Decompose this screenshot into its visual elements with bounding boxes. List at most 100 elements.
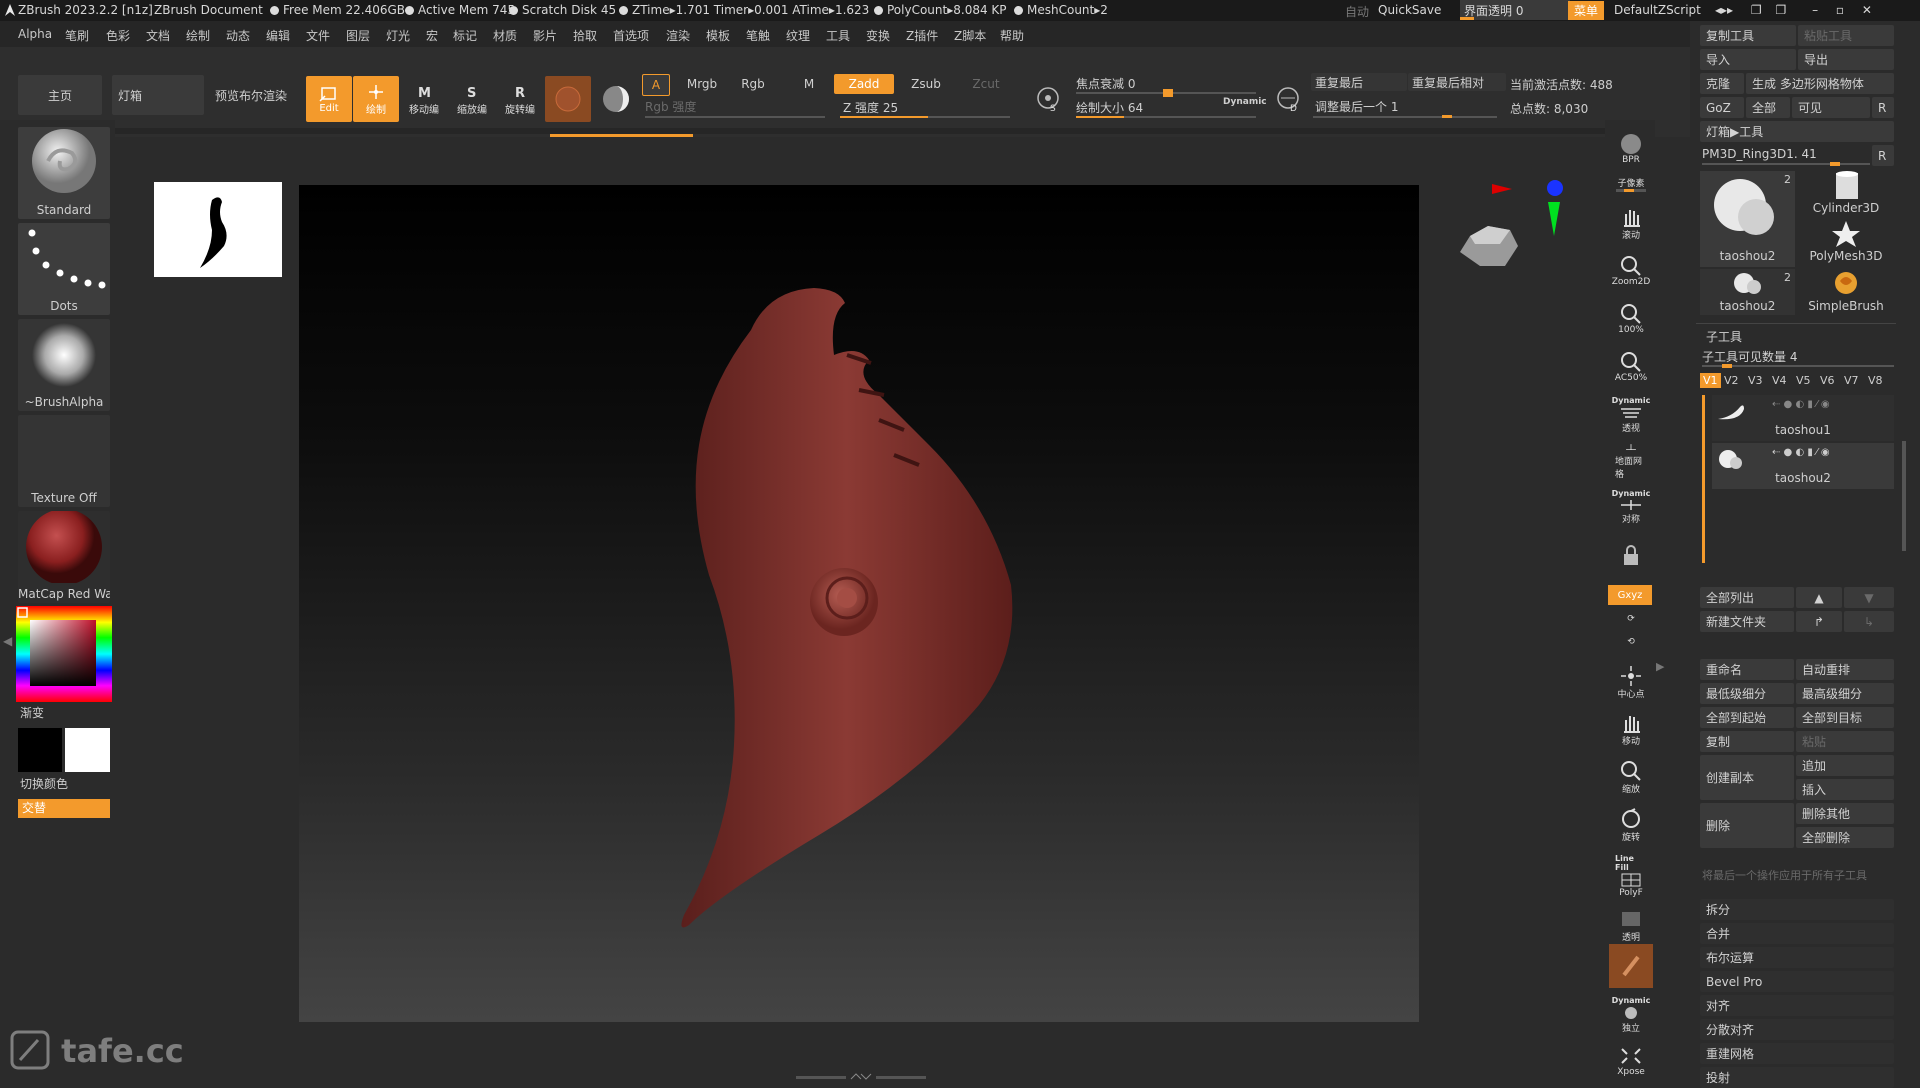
menu-item[interactable]: 模板 — [706, 27, 730, 44]
menu-item[interactable]: 帮助 — [1000, 27, 1024, 44]
remesh-section[interactable]: 重建网格 — [1700, 1043, 1894, 1064]
clone-button[interactable]: 克隆 — [1700, 73, 1744, 94]
texture-selector[interactable]: Texture Off — [18, 415, 110, 507]
dynamic-mode-icon[interactable]: D — [1273, 83, 1303, 116]
z-intensity-slider[interactable]: Z 强度 25 — [843, 99, 898, 116]
make-polymesh-button[interactable]: 生成 多边形网格物体 — [1746, 73, 1894, 94]
solo-button[interactable]: Dynamic 独立 — [1612, 992, 1651, 1038]
insert-button[interactable]: 插入 — [1796, 779, 1894, 800]
zadd-toggle[interactable]: Zadd — [834, 74, 894, 94]
move-up-icon[interactable]: ▲ — [1796, 587, 1842, 608]
all-to-start-button[interactable]: 全部到起始 — [1700, 707, 1794, 728]
polyframe-button[interactable]: Line Fill PolyF — [1615, 852, 1647, 900]
alternate-button[interactable]: 交替 — [18, 799, 110, 818]
window-icon-2[interactable]: ❐ — [1775, 3, 1786, 17]
menu-item[interactable]: 色彩 — [106, 27, 130, 44]
secondary-color-swatch[interactable] — [65, 728, 110, 772]
tab-v3[interactable]: V3 — [1748, 374, 1763, 387]
color-picker[interactable] — [16, 606, 112, 702]
center-point-button[interactable]: 中心点 — [1615, 663, 1647, 701]
subtool-controls[interactable]: ⇠ ● ◐ ▮ ⁄ ◉ — [1772, 447, 1830, 458]
panel-scrollbar[interactable] — [1902, 441, 1906, 551]
menu-item[interactable]: 笔刷 — [65, 27, 89, 44]
goz-button[interactable]: GoZ — [1700, 97, 1744, 118]
bpr-button[interactable]: BPR — [1615, 130, 1647, 168]
goz-all-button[interactable]: 全部 — [1746, 97, 1790, 118]
scale-gizmo-button[interactable]: S 缩放编 — [449, 76, 495, 122]
draw-size-slider[interactable]: 绘制大小 64 — [1076, 99, 1143, 116]
move-down-icon[interactable]: ▼ — [1844, 587, 1894, 608]
move-in-icon[interactable]: ↳ — [1844, 611, 1894, 632]
tool-thumb[interactable]: Cylinder3D — [1798, 171, 1894, 217]
align-section[interactable]: 对齐 — [1700, 995, 1894, 1016]
home-button[interactable]: 主页 — [18, 75, 102, 115]
paste-tool-button[interactable]: 粘贴工具 — [1798, 25, 1894, 46]
adjust-last-knob[interactable] — [1442, 115, 1452, 118]
bpr-preview-button[interactable]: 预览布尔渲染 — [208, 75, 294, 115]
tool-r-button[interactable]: R — [1872, 145, 1894, 166]
tab-v7[interactable]: V7 — [1844, 374, 1859, 387]
actual-size-button[interactable]: 100% — [1615, 300, 1647, 338]
menu-item[interactable]: 笔触 — [746, 27, 770, 44]
all-to-target-button[interactable]: 全部到目标 — [1796, 707, 1894, 728]
stroke-selector[interactable]: Dots — [18, 223, 110, 315]
menu-item[interactable]: 文件 — [306, 27, 330, 44]
draw-button[interactable]: 绘制 — [353, 76, 399, 122]
lightbox-button[interactable]: 灯箱 — [112, 75, 204, 115]
auto-reorder-button[interactable]: 自动重排 — [1796, 659, 1894, 680]
tool-thumb[interactable]: 2 taoshou2 — [1700, 269, 1795, 315]
menu-item[interactable]: 灯光 — [386, 27, 410, 44]
menu-item[interactable]: 宏 — [426, 27, 438, 44]
sculpt-mode-button[interactable] — [593, 76, 639, 122]
rotate-z-icon[interactable]: ⟲ — [1615, 632, 1647, 652]
gradient-label[interactable]: 渐变 — [20, 704, 44, 721]
subtool-visible-count[interactable]: 子工具可见数量 4 — [1702, 348, 1797, 365]
current-tool-slider[interactable] — [1702, 162, 1870, 166]
focal-shift-slider[interactable]: 焦点衰减 0 — [1076, 75, 1135, 92]
ghost-button[interactable] — [1609, 944, 1653, 988]
close-icon[interactable]: ✕ — [1862, 3, 1872, 17]
move-gizmo-button[interactable]: M 移动编 — [401, 76, 447, 122]
menu-button[interactable]: 菜单 — [1568, 1, 1605, 20]
subtool-controls[interactable]: ⇠ ● ◐ ▮ ⁄ ◉ — [1772, 399, 1830, 410]
menu-item[interactable]: 图层 — [346, 27, 370, 44]
xyz-toggle[interactable]: Gxyz — [1608, 585, 1652, 605]
transparency-slider[interactable]: 界面透明 0 — [1460, 0, 1570, 20]
tab-v1[interactable]: V1 — [1700, 373, 1721, 388]
menu-item[interactable]: 影片 — [533, 27, 557, 44]
restore-icon[interactable]: ▫ — [1836, 3, 1844, 17]
zcut-toggle[interactable]: Zcut — [958, 74, 1014, 94]
tool-thumb[interactable]: SimpleBrush — [1798, 269, 1894, 315]
window-icon[interactable]: ❐ — [1751, 3, 1762, 17]
goz-visible-button[interactable]: 可见 — [1792, 97, 1870, 118]
boolean-section[interactable]: 布尔运算 — [1700, 947, 1894, 968]
move-view-button[interactable]: 移动 — [1615, 710, 1647, 748]
menu-item[interactable]: 动态 — [226, 27, 250, 44]
import-button[interactable]: 导入 — [1700, 49, 1796, 70]
lightbox-tool-button[interactable]: 灯箱▶工具 — [1700, 121, 1894, 142]
menu-item[interactable]: 绘制 — [186, 27, 210, 44]
ac50-button[interactable]: AC50% — [1615, 348, 1647, 386]
tool-thumb[interactable]: 2 taoshou2 — [1700, 171, 1795, 267]
menu-item[interactable]: 材质 — [493, 27, 517, 44]
menu-item[interactable]: 渲染 — [666, 27, 690, 44]
material-swatch-button[interactable] — [545, 76, 591, 122]
project-section[interactable]: 投射 — [1700, 1067, 1894, 1088]
focal-shift-knob[interactable] — [1163, 89, 1173, 97]
create-copy-button[interactable]: 创建副本 — [1700, 755, 1794, 800]
tab-v5[interactable]: V5 — [1796, 374, 1811, 387]
menu-item[interactable]: Z插件 — [906, 27, 938, 44]
move-out-icon[interactable]: ↱ — [1796, 611, 1842, 632]
tab-v8[interactable]: V8 — [1868, 374, 1883, 387]
goz-r-button[interactable]: R — [1872, 97, 1894, 118]
layout-arrows-icon[interactable]: ◂▸▸ — [1715, 3, 1737, 17]
list-all-button[interactable]: 全部列出 — [1700, 587, 1794, 608]
delete-button[interactable]: 删除 — [1700, 803, 1794, 848]
menu-item[interactable]: 拾取 — [573, 27, 597, 44]
menu-item[interactable]: 文档 — [146, 27, 170, 44]
bottom-collapse-handle[interactable] — [796, 1070, 926, 1080]
split-section[interactable]: 拆分 — [1700, 899, 1894, 920]
copy-tool-button[interactable]: 复制工具 — [1700, 25, 1796, 46]
focal-shift-icon[interactable]: S — [1033, 83, 1063, 116]
rename-button[interactable]: 重命名 — [1700, 659, 1794, 680]
